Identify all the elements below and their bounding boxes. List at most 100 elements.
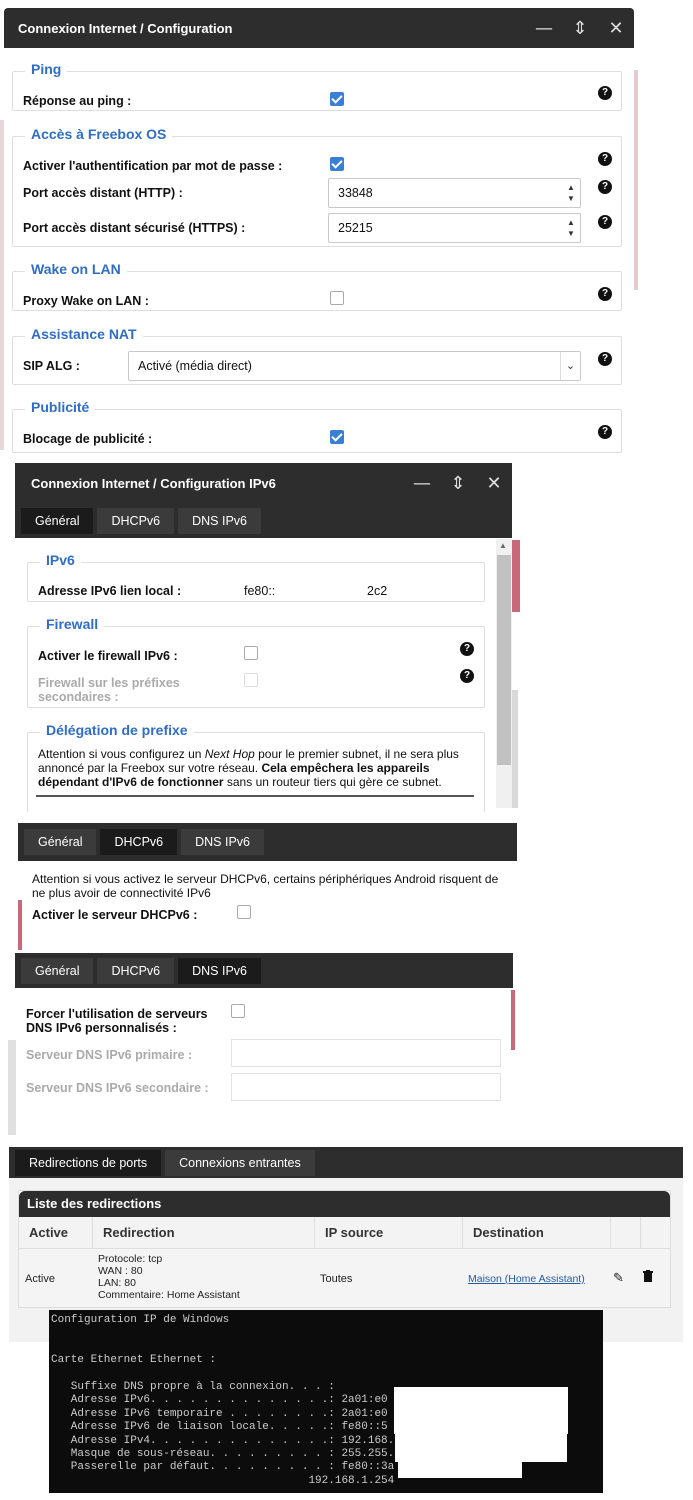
help-icon[interactable]: ?	[598, 180, 612, 194]
group-title-ipv6: IPv6	[40, 552, 81, 568]
help-icon[interactable]: ?	[460, 669, 474, 683]
group-title-ping: Ping	[25, 61, 68, 77]
background-accent	[634, 70, 638, 290]
sip-alg-select[interactable]: Activé (média direct) ⌄	[128, 351, 581, 381]
https-port-value: 25215	[338, 221, 373, 235]
row-active: Active	[25, 1273, 55, 1285]
delete-icon[interactable]	[643, 1270, 653, 1282]
column-edit	[611, 1217, 641, 1248]
ping-label: Réponse au ping :	[23, 94, 132, 108]
help-icon[interactable]: ?	[598, 86, 612, 100]
help-icon[interactable]: ?	[598, 287, 612, 301]
background-accent	[512, 540, 520, 612]
dhcpv6-checkbox[interactable]	[237, 905, 251, 919]
wol-checkbox[interactable]	[330, 291, 344, 305]
sip-alg-value: Activé (média direct)	[138, 359, 252, 373]
https-port-input[interactable]: 25215 ▲ ▼	[328, 213, 581, 243]
firewall-secondary-checkbox	[244, 673, 258, 687]
column-ip-source[interactable]: IP source	[315, 1217, 463, 1248]
expand-icon[interactable]: ⇕	[440, 473, 476, 494]
background-accent	[18, 900, 22, 950]
help-icon[interactable]: ?	[598, 352, 612, 366]
dns-force-checkbox[interactable]	[231, 1004, 245, 1018]
dns-primary-label: Serveur DNS IPv6 primaire :	[26, 1048, 193, 1062]
column-redirection[interactable]: Redirection	[93, 1217, 315, 1248]
group-title-pub: Publicité	[25, 399, 96, 415]
window-config: Connexion Internet / Configuration — ⇕ ✕…	[4, 8, 634, 458]
row-redirection: Protocole: tcp WAN : 80 LAN: 80 Commenta…	[98, 1253, 240, 1301]
https-port-label: Port accès distant sécurisé (HTTPS) :	[23, 221, 246, 235]
dns-primary-input	[231, 1039, 501, 1067]
help-icon[interactable]: ?	[598, 425, 612, 439]
group-freebox: Accès à Freebox OS Activer l'authentific…	[12, 126, 622, 247]
background-accent	[8, 1040, 16, 1135]
window-titlebar: Connexion Internet / Configuration IPv6 …	[15, 463, 512, 504]
auth-checkbox[interactable]	[330, 157, 344, 171]
tab-dns-ipv6[interactable]: DNS IPv6	[181, 829, 264, 855]
tab-general[interactable]: Général	[24, 829, 97, 855]
tab-dhcpv6[interactable]: DHCPv6	[97, 957, 175, 984]
tab-dhcpv6[interactable]: DHCPv6	[97, 508, 175, 534]
minimize-icon[interactable]: —	[404, 473, 440, 494]
adblock-checkbox[interactable]	[330, 430, 344, 444]
tab-dns-ipv6[interactable]: DNS IPv6	[178, 508, 261, 534]
dhcpv6-label: Activer le serveur DHCPv6 :	[32, 908, 198, 922]
scrollbar-thumb[interactable]	[497, 555, 511, 765]
scroll-up-icon[interactable]: ▲	[499, 541, 507, 550]
dns-secondary-input	[231, 1073, 501, 1101]
background-accent	[0, 120, 4, 450]
spinner-icon[interactable]: ▲ ▼	[566, 217, 576, 239]
tab-port-redirections[interactable]: Redirections de ports	[15, 1149, 162, 1176]
table-row: Active Protocole: tcp WAN : 80 LAN: 80 C…	[19, 1249, 670, 1307]
adblock-label: Blocage de publicité :	[23, 432, 153, 446]
tab-bar: Général DHCPv6 DNS IPv6	[15, 953, 513, 988]
minimize-icon[interactable]: —	[526, 18, 562, 39]
tab-dns-ipv6[interactable]: DNS IPv6	[178, 957, 261, 984]
tab-general[interactable]: Général	[21, 508, 94, 534]
tab-bar: Général DHCPv6 DNS IPv6	[15, 504, 512, 538]
table-header: Active Redirection IP source Destination	[19, 1217, 670, 1249]
close-icon[interactable]: ✕	[476, 473, 512, 494]
edit-icon[interactable]: ✎	[613, 1270, 624, 1286]
group-ping: Ping Réponse au ping : ?	[12, 61, 622, 111]
ipv6-local-label: Adresse IPv6 lien local :	[38, 584, 182, 598]
window-title: Connexion Internet / Configuration IPv6	[31, 476, 276, 491]
auth-label: Activer l'authentification par mot de pa…	[23, 159, 283, 173]
column-destination[interactable]: Destination	[463, 1217, 611, 1248]
list-title: Liste des redirections	[27, 1196, 162, 1211]
tab-dhcpv6[interactable]: DHCPv6	[100, 829, 178, 855]
tab-incoming-connections[interactable]: Connexions entrantes	[165, 1149, 315, 1176]
window-titlebar: Connexion Internet / Configuration — ⇕ ✕	[4, 8, 634, 48]
tab-general[interactable]: Général	[21, 957, 94, 984]
firewall-secondary-label: Firewall sur les préfixes secondaires :	[38, 676, 180, 704]
window-title: Connexion Internet / Configuration	[18, 20, 233, 36]
close-icon[interactable]: ✕	[598, 18, 634, 39]
help-icon[interactable]: ?	[598, 152, 612, 166]
dhcpv6-warning: Attention si vous activez le serveur DHC…	[32, 872, 499, 900]
redaction-box	[395, 1418, 567, 1462]
help-icon[interactable]: ?	[460, 642, 474, 656]
column-delete	[641, 1217, 670, 1248]
spinner-icon[interactable]: ▲ ▼	[566, 182, 576, 204]
terminal-line: Configuration IP de Windows	[51, 1314, 230, 1326]
divider	[36, 795, 474, 797]
ping-checkbox[interactable]	[330, 92, 344, 106]
chevron-down-icon[interactable]: ⌄	[560, 352, 580, 380]
help-icon[interactable]: ?	[598, 215, 612, 229]
panel-dhcpv6: Général DHCPv6 DNS IPv6 Attention si vou…	[18, 823, 517, 950]
http-port-input[interactable]: 33848 ▲ ▼	[328, 178, 581, 208]
group-title-nat: Assistance NAT	[25, 326, 143, 342]
sip-alg-label: SIP ALG :	[23, 359, 80, 373]
expand-icon[interactable]: ⇕	[562, 18, 598, 39]
group-title-firewall: Firewall	[40, 616, 105, 632]
row-destination-link[interactable]: Maison (Home Assistant)	[468, 1273, 585, 1285]
tab-bar: Général DHCPv6 DNS IPv6	[18, 823, 517, 861]
group-pub: Publicité Blocage de publicité : ?	[12, 399, 622, 453]
group-firewall: Firewall Activer le firewall IPv6 : ? Fi…	[27, 616, 485, 708]
firewall-checkbox[interactable]	[244, 646, 258, 660]
column-active[interactable]: Active	[19, 1217, 93, 1248]
ipv6-local-value-start: fe80::	[244, 584, 276, 598]
